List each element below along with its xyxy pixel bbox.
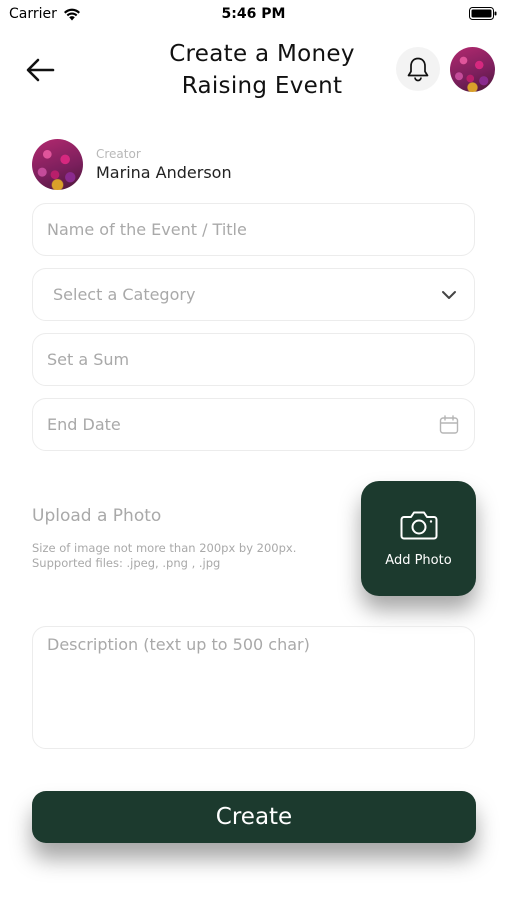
event-title-placeholder: Name of the Event / Title bbox=[47, 220, 247, 239]
calendar-icon[interactable] bbox=[438, 414, 460, 436]
upload-hint-formats: Supported files: .jpeg, .png , .jpg bbox=[32, 556, 221, 570]
create-button[interactable]: Create bbox=[32, 791, 476, 843]
creator-name: Marina Anderson bbox=[96, 162, 232, 182]
create-button-label: Create bbox=[215, 804, 293, 830]
arrow-left-icon bbox=[26, 58, 55, 82]
status-bar: Carrier 5:46 PM bbox=[0, 0, 507, 30]
sum-placeholder: Set a Sum bbox=[47, 350, 130, 369]
sum-input[interactable]: Set a Sum bbox=[32, 333, 475, 386]
profile-avatar[interactable] bbox=[450, 47, 495, 92]
upload-hint-size: Size of image not more than 200px by 200… bbox=[32, 541, 297, 555]
creator-info: Creator Marina Anderson bbox=[32, 139, 232, 190]
status-time: 5:46 PM bbox=[221, 6, 286, 22]
back-button[interactable] bbox=[22, 52, 58, 88]
creator-label: Creator bbox=[96, 146, 141, 161]
chevron-down-icon bbox=[438, 284, 460, 306]
description-textarea[interactable]: Description (text up to 500 char) bbox=[32, 626, 475, 749]
event-title-input[interactable]: Name of the Event / Title bbox=[32, 203, 475, 256]
category-select[interactable]: Select a Category bbox=[32, 268, 475, 321]
creator-text: Creator Marina Anderson bbox=[96, 146, 232, 184]
bell-icon bbox=[407, 57, 429, 82]
creator-avatar bbox=[32, 139, 83, 190]
camera-icon bbox=[400, 511, 437, 540]
upload-photo-hint: Size of image not more than 200px by 200… bbox=[32, 541, 352, 571]
upload-photo-title: Upload a Photo bbox=[32, 506, 162, 526]
end-date-placeholder: End Date bbox=[47, 415, 121, 434]
page-title-line2: Raising Event bbox=[181, 73, 343, 99]
notifications-button[interactable] bbox=[396, 47, 440, 91]
battery-icon bbox=[469, 7, 497, 20]
add-photo-label: Add Photo bbox=[385, 553, 452, 568]
end-date-input[interactable]: End Date bbox=[32, 398, 475, 451]
description-placeholder: Description (text up to 500 char) bbox=[47, 635, 310, 654]
page-title-line1: Create a Money bbox=[169, 41, 355, 67]
category-placeholder: Select a Category bbox=[53, 285, 196, 304]
add-photo-button[interactable]: Add Photo bbox=[361, 481, 476, 596]
page-title: Create a Money Raising Event bbox=[127, 38, 397, 102]
